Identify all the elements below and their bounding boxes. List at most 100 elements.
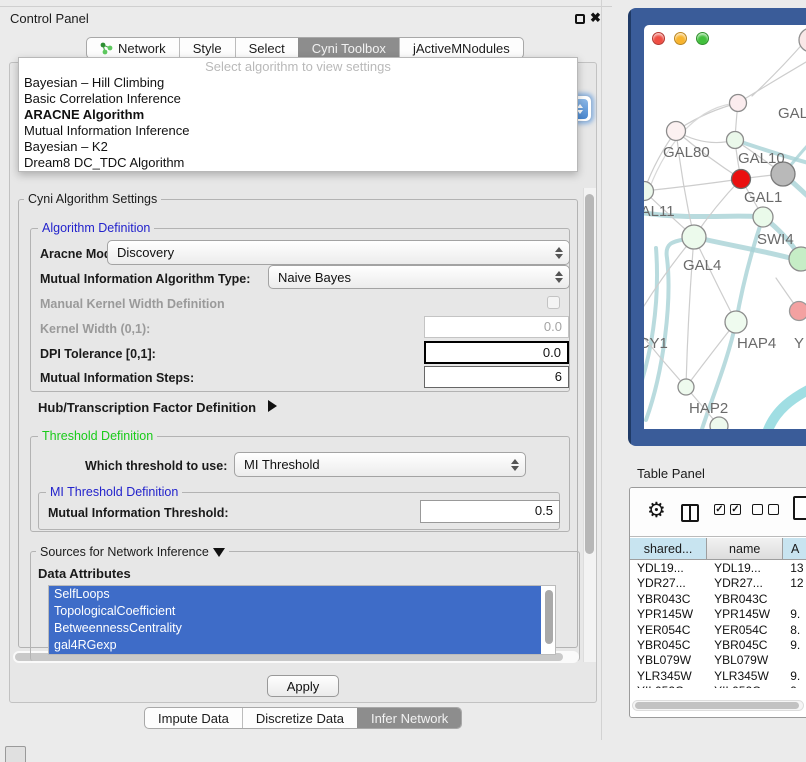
network-node-y[interactable] [790,302,806,321]
network-canvas-window[interactable]: GALGAL80GAL10GAL1GAL11SWI4GAL4GCY1HAP4YH… [644,25,806,429]
network-edge[interactable] [768,388,806,429]
table-cell: YIL052C [707,683,783,688]
attributes-vscrollbar-thumb[interactable] [545,590,553,644]
tab-cyni-toolbox[interactable]: Cyni Toolbox [298,38,399,58]
float-panel-icon[interactable] [575,14,585,24]
column-header[interactable]: shared... [630,538,707,560]
column-header[interactable]: A [783,538,806,560]
node-label: GAL4 [683,257,721,274]
network-edge[interactable] [644,131,676,191]
network-node-gal[interactable] [730,95,747,112]
table-cell: YBR045C [707,637,783,652]
table-cell: YER054C [707,622,783,637]
aracne-mode-select[interactable]: Discovery [107,240,570,265]
attribute-item[interactable]: SelfLoops [49,586,541,603]
tab-label: Discretize Data [256,711,344,726]
sources-group-title[interactable]: Sources for Network Inference [36,545,229,559]
dpi-tolerance-field[interactable]: 0.0 [424,341,569,364]
tab-network[interactable]: Network [87,38,179,58]
window-minimize-button[interactable] [674,32,687,45]
which-threshold-select[interactable]: MI Threshold [234,452,526,477]
node-label: GAL80 [663,144,710,161]
expand-arrow-icon[interactable] [268,400,277,412]
mi-threshold-field[interactable]: 0.5 [420,500,560,523]
network-node-gal1[interactable] [732,170,751,189]
network-edge[interactable] [694,237,736,322]
unchecked-checkbox-icon[interactable] [768,504,779,515]
network-window-frame[interactable]: GALGAL80GAL10GAL1GAL11SWI4GAL4GCY1HAP4YH… [628,8,806,446]
table-row[interactable]: YBR045CYBR045C9. [630,637,806,652]
close-panel-icon[interactable]: ✖ [590,10,601,26]
algorithm-option[interactable]: ARACNE Algorithm [19,107,577,123]
tab-impute-data[interactable]: Impute Data [145,708,242,728]
kernel-width-field[interactable]: 0.0 [424,316,569,338]
table-cell: YBL079W [707,652,783,667]
network-node-gal4[interactable] [682,225,706,249]
network-node-gal10[interactable] [727,132,744,149]
algorithm-option[interactable]: Basic Correlation Inference [19,91,577,107]
algorithm-option[interactable]: Bayesian – Hill Climbing [19,75,577,91]
table-row[interactable]: YLR345WYLR345W9. [630,668,806,683]
algorithm-option[interactable]: Mutual Information Inference [19,123,577,139]
tab-jactivemnodules[interactable]: jActiveMNodules [399,38,523,58]
table-row[interactable]: YBR043CYBR043C [630,591,806,606]
table-cell: YBR043C [707,591,783,606]
algorithm-definition-title: Algorithm Definition [38,221,154,235]
table-row[interactable]: YPR145WYPR145W9. [630,606,806,621]
table-row[interactable]: YER054CYER054C8. [630,622,806,637]
network-graph[interactable]: GALGAL80GAL10GAL1GAL11SWI4GAL4GCY1HAP4YH… [644,25,806,429]
mi-steps-field[interactable]: 6 [424,366,569,388]
network-node-gal11[interactable] [644,182,654,201]
document-icon[interactable] [793,496,806,520]
table-row[interactable]: YBL079WYBL079W [630,652,806,667]
network-edge[interactable] [752,40,806,96]
network-edge[interactable] [644,179,741,191]
minimized-panel-icon[interactable] [5,746,26,762]
checked-checkbox-icon[interactable]: ✓ [730,504,741,515]
settings-vscrollbar-thumb[interactable] [585,194,594,554]
tab-select[interactable]: Select [235,38,298,58]
checked-checkbox-icon[interactable]: ✓ [714,504,725,515]
data-attributes-label: Data Attributes [38,566,131,581]
tab-discretize-data[interactable]: Discretize Data [242,708,357,728]
attribute-item[interactable]: BetweennessCentrality [49,620,541,637]
table-row[interactable]: YIL052CYIL052C9 [630,683,806,688]
window-zoom-button[interactable] [696,32,709,45]
network-node[interactable] [789,247,806,271]
manual-kernel-checkbox[interactable] [547,296,560,309]
algorithm-option[interactable]: Dream8 DC_TDC Algorithm [19,155,577,171]
table-hscrollbar-track[interactable] [632,700,804,711]
column-header[interactable]: name [707,538,783,560]
window-close-button[interactable] [652,32,665,45]
apply-button[interactable]: Apply [267,675,339,697]
cyni-algorithm-settings-title: Cyni Algorithm Settings [24,192,161,206]
tab-style[interactable]: Style [179,38,235,58]
tab-infer-network[interactable]: Infer Network [357,708,461,728]
split-columns-icon[interactable] [681,504,699,522]
algorithm-option[interactable]: Bayesian – K2 [19,139,577,155]
network-node-swi4[interactable] [753,207,773,227]
attribute-item[interactable]: TopologicalCoefficient [49,603,541,620]
network-node-gal80[interactable] [667,122,686,141]
sources-title-text: Sources for Network Inference [40,545,209,559]
which-threshold-label: Which threshold to use: [85,459,227,473]
network-node[interactable] [799,28,806,52]
network-node-hap4[interactable] [725,311,747,333]
network-node[interactable] [710,417,728,429]
network-node-hap2[interactable] [678,379,694,395]
mi-type-select[interactable]: Naive Bayes [268,265,570,289]
hub-section-label[interactable]: Hub/Transcription Factor Definition [38,400,277,415]
data-attributes-list[interactable]: SelfLoopsTopologicalCoefficientBetweenne… [48,585,556,655]
tab-label: Impute Data [158,711,229,726]
attribute-item[interactable]: gal4RGexp [49,637,541,654]
gear-icon[interactable]: ⚙ [647,498,666,523]
collapse-arrow-icon[interactable] [213,548,225,557]
unchecked-checkbox-icon[interactable] [752,504,763,515]
network-edge[interactable] [644,248,657,405]
table-row[interactable]: YDR27...YDR27...12 [630,575,806,590]
network-edge[interactable] [738,62,806,103]
table-hscrollbar-thumb[interactable] [635,702,799,709]
table-row[interactable]: YDL19...YDL19...13 [630,560,806,575]
network-edge[interactable] [676,103,738,131]
panel-divider [601,0,602,740]
